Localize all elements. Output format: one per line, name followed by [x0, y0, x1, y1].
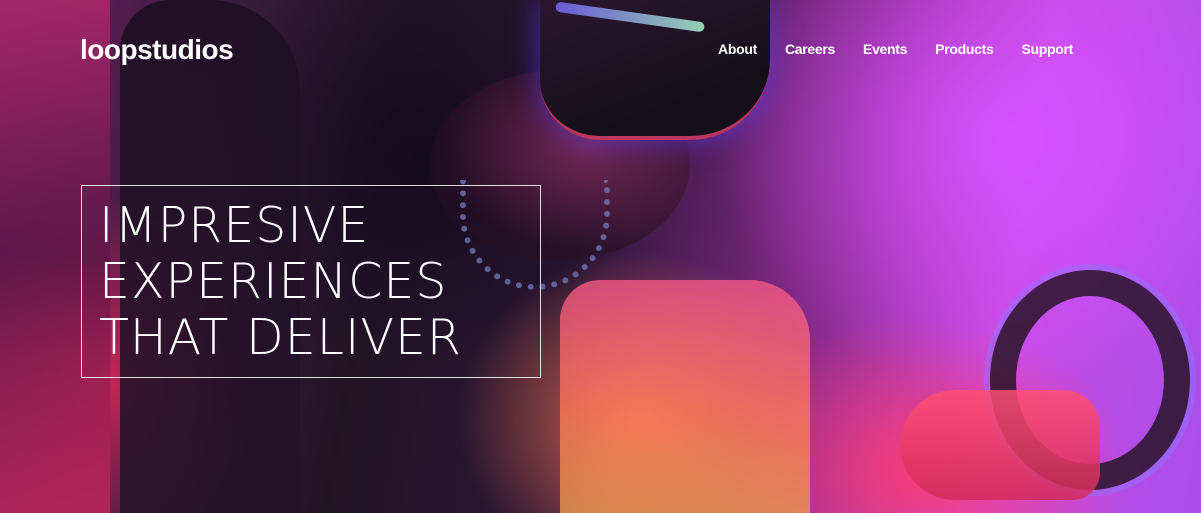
steering-wheel-image	[990, 270, 1190, 490]
hero-headline: IMPRESIVE EXPERIENCES THAT DELIVER	[99, 198, 540, 366]
hero-headline-box: IMPRESIVE EXPERIENCES THAT DELIVER	[81, 185, 541, 378]
nav-item-products: Products	[935, 41, 994, 59]
site-header: loopstudios About Careers Events Product…	[80, 30, 1080, 70]
nav-link-careers[interactable]: Careers	[785, 41, 835, 57]
site-logo[interactable]: loopstudios	[80, 34, 234, 66]
hero-headline-line: IMPRESIVE	[99, 197, 370, 254]
nav-item-careers: Careers	[785, 41, 835, 59]
hero-background-shirt	[560, 280, 810, 513]
nav-item-support: Support	[1021, 41, 1073, 59]
hero-background-hand	[900, 390, 1100, 500]
vr-headset-image	[540, 0, 770, 140]
nav-link-support[interactable]: Support	[1021, 41, 1073, 57]
nav-link-events[interactable]: Events	[863, 41, 907, 57]
nav-item-events: Events	[863, 41, 907, 59]
nav-link-products[interactable]: Products	[935, 41, 994, 57]
nav-link-about[interactable]: About	[718, 41, 757, 57]
vr-headset-light	[555, 1, 705, 33]
main-nav: About Careers Events Products Support	[718, 41, 1073, 59]
nav-item-about: About	[718, 41, 757, 59]
hero-headline-line: EXPERIENCES	[99, 253, 448, 310]
hero-section: loopstudios About Careers Events Product…	[0, 0, 1201, 513]
hero-headline-line: THAT DELIVER	[99, 309, 462, 366]
